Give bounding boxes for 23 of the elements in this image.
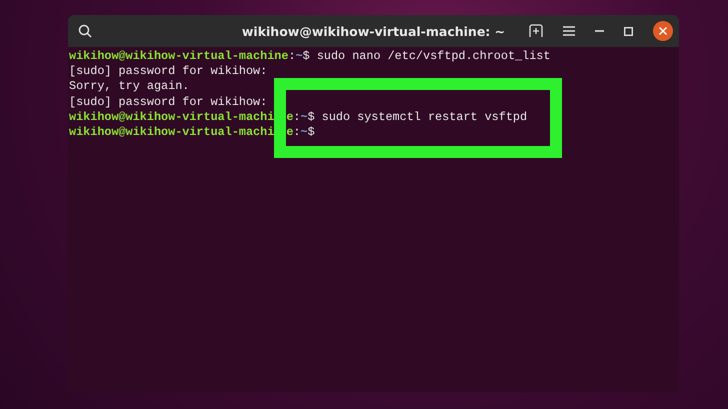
window-title: wikihow@wikihow-virtual-machine: ~ [242, 24, 506, 38]
terminal-text: wikihow@wikihow-virtual-machi [69, 110, 274, 124]
terminal-text: $ sudo systemctl restart vsftpd [308, 110, 528, 124]
close-icon[interactable] [653, 21, 673, 41]
terminal-text: ~ [300, 124, 308, 139]
terminal-text: [sudo] password for wikihow: [69, 94, 268, 109]
menu-icon[interactable] [563, 26, 575, 36]
search-icon[interactable] [78, 24, 92, 38]
new-tab-icon[interactable] [529, 24, 543, 38]
terminal-text: wikihow@wikihow-virtual-machi [69, 124, 274, 139]
terminal-text: ~ [300, 110, 308, 124]
terminal-text: ~ [296, 49, 303, 63]
terminal-text: $ sudo nano /etc/vsftpd.chroot_list [302, 49, 550, 63]
terminal-text: : [288, 49, 296, 63]
terminal-text: : [293, 110, 300, 124]
maximize-icon[interactable] [624, 26, 633, 36]
terminal-text: e [286, 124, 294, 139]
terminal-text: : [293, 124, 300, 139]
terminal-text: [sudo] password for wikihow: [69, 64, 268, 78]
terminal-text: Sorry, try again. [69, 79, 190, 94]
terminal-text: e [286, 110, 294, 124]
terminal-text: wikihow@wikihow-virtual-machine [69, 49, 288, 63]
terminal-text: $ [308, 124, 315, 139]
